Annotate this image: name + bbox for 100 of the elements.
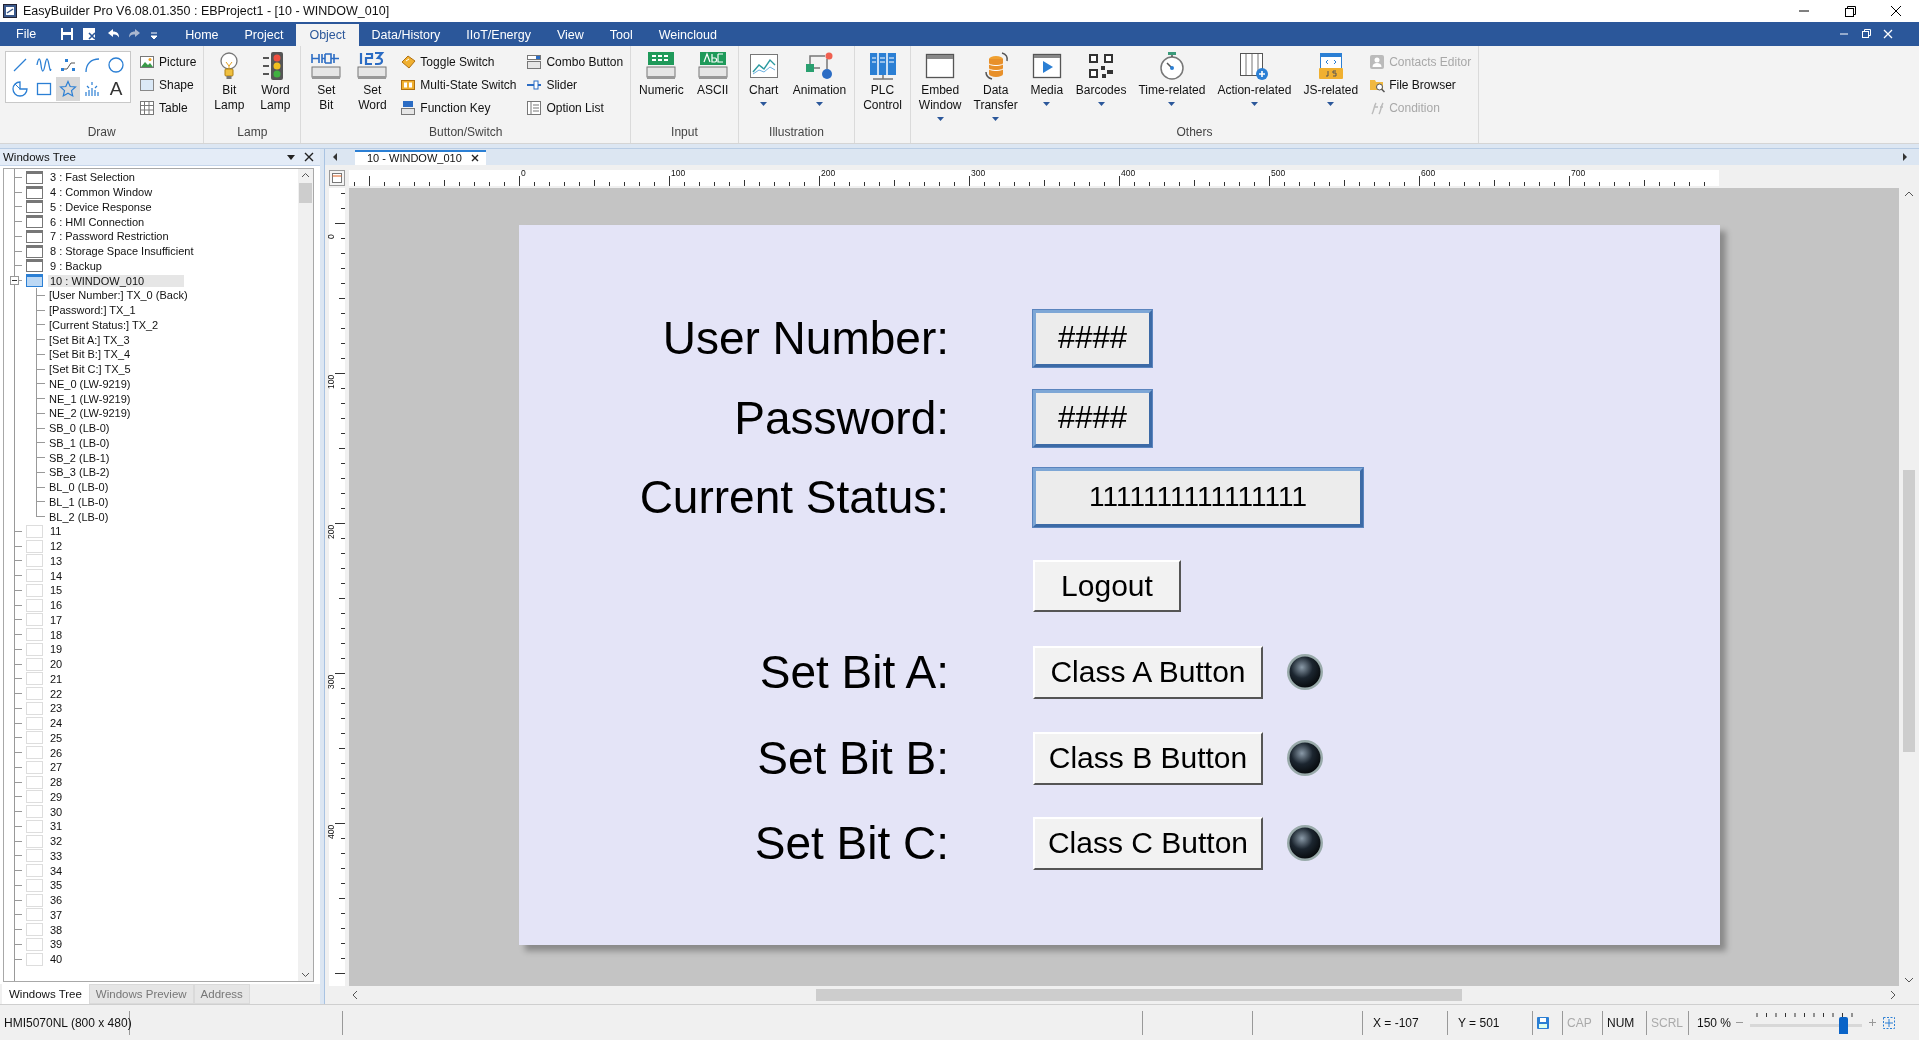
numeric-field[interactable]: #### [1033,309,1152,367]
ribbon-button[interactable]: Bit Lamp [209,50,250,113]
tree-item[interactable]: 18 [48,628,65,641]
ribbon-button[interactable]: Toggle Switch [398,50,519,73]
ribbon-button[interactable]: Chart [743,50,784,106]
tree-item[interactable]: SB_0 (LB-0) [49,422,110,435]
ribbon-button[interactable]: Table [137,96,199,119]
menu-tab[interactable]: Project [231,24,297,46]
ribbon-button[interactable]: Barcodes [1072,50,1130,106]
ribbon-button[interactable]: Shape [137,73,199,96]
tree-item[interactable]: NE_0 (LW-9219) [49,377,131,390]
tree-item[interactable]: 21 [48,672,65,685]
tree-item[interactable]: 28 [48,776,65,789]
ribbon-button[interactable]: Picture [137,50,199,73]
panel-tab[interactable]: Address [193,984,250,1004]
tree-item[interactable]: 12 [48,540,65,553]
ribbon-button[interactable]: Multi-State Switch [398,73,519,96]
tree-item[interactable]: [Set Bit C:] TX_5 [49,363,131,376]
tree-item[interactable]: SB_3 (LB-2) [49,466,110,479]
tree-item[interactable]: NE_1 (LW-9219) [49,392,131,405]
tree-item[interactable]: [Set Bit A:] TX_3 [49,333,130,346]
tree-item[interactable]: BL_2 (LB-0) [49,510,109,523]
tree-item[interactable]: [Password:] TX_1 [49,304,136,317]
tree-item[interactable]: 37 [48,908,65,921]
tree-item[interactable]: 17 [48,613,65,626]
menu-tab[interactable]: Object [296,24,359,46]
tree-item[interactable]: 31 [48,820,65,833]
tree-item[interactable]: 25 [48,731,65,744]
tree-item[interactable]: 36 [48,894,65,907]
tree-item[interactable]: 40 [48,953,65,966]
tree-item[interactable]: 19 [48,643,65,656]
numeric-field[interactable]: #### [1033,389,1152,447]
ribbon-button[interactable]: Numeric [636,50,687,98]
ribbon-button[interactable]: Set Bit [306,50,347,113]
tree-item[interactable]: 39 [48,938,65,951]
tree-item[interactable]: 14 [48,569,65,582]
tree-item[interactable]: 34 [48,864,65,877]
tree-item[interactable]: 3 : Fast Selection [48,171,137,184]
tree-item[interactable]: [Set Bit B:] TX_4 [49,348,131,361]
ribbon-button[interactable]: Action-related [1214,50,1295,106]
ribbon-button[interactable]: Slider [524,73,626,96]
tree-item[interactable]: 13 [48,554,65,567]
document-tab[interactable]: 10 - WINDOW_010 [355,149,486,165]
menu-tab[interactable]: Home [172,24,232,46]
tree-item[interactable]: 5 : Device Response [48,200,154,213]
text-tool-button[interactable]: A [104,77,128,101]
tree-item[interactable]: 26 [48,746,65,759]
class-button[interactable]: Class C Button [1033,816,1263,870]
tree-item[interactable]: 27 [48,761,65,774]
ribbon-button[interactable]: Media [1026,50,1067,106]
tree-item[interactable]: 20 [48,658,65,671]
tree-item[interactable]: SB_1 (LB-0) [49,436,110,449]
class-button[interactable]: Class B Button [1033,731,1263,785]
panel-tab[interactable]: Windows Tree [2,984,89,1004]
tree-item[interactable]: 23 [48,702,65,715]
ribbon-button[interactable]: Combo Button [524,50,626,73]
tree-item[interactable]: BL_0 (LB-0) [49,481,109,494]
tree-item[interactable]: 24 [48,717,65,730]
menu-tab[interactable]: Tool [596,24,646,46]
tree-item[interactable]: 32 [48,835,65,848]
class-button[interactable]: Class A Button [1033,645,1263,699]
tree-item[interactable]: 9 : Backup [48,259,104,272]
ribbon-button[interactable]: JS-related [1300,50,1362,106]
tree-item[interactable]: 16 [48,599,65,612]
tree-item[interactable]: 4 : Common Window [48,186,155,199]
tree-item[interactable]: 7 : Password Restriction [48,230,171,243]
tree-item[interactable]: 6 : HMI Connection [48,215,147,228]
ribbon-button[interactable]: File Browser [1367,73,1474,96]
tree-item[interactable]: 15 [48,584,65,597]
ribbon-button[interactable]: Animation [789,50,850,106]
tree-item[interactable]: 38 [48,923,65,936]
tree-item[interactable]: 10 : WINDOW_010 [48,274,185,287]
ribbon-button[interactable]: ASCII [692,50,733,98]
ribbon-button[interactable]: Word Lamp [255,50,296,113]
file-menu[interactable]: File [0,22,53,46]
ribbon-button[interactable]: Function Key [398,96,519,119]
menu-tab[interactable]: View [543,24,597,46]
menu-tab[interactable]: Data/History [358,24,454,46]
panel-tab[interactable]: Windows Preview [88,984,194,1004]
ribbon-button[interactable]: Time-related [1135,50,1209,106]
tree-item[interactable]: SB_2 (LB-1) [49,451,110,464]
tree-item[interactable]: [Current Status:] TX_2 [49,318,159,331]
tree-item[interactable]: 30 [48,805,65,818]
menu-tab[interactable]: IIoT/Energy [453,24,544,46]
ribbon-button[interactable]: Embed Window [915,50,965,121]
ribbon-button[interactable]: Set Word [352,50,393,113]
tree-item[interactable]: 29 [48,790,65,803]
tree-item[interactable]: 8 : Storage Space Insufficient [48,245,196,258]
ribbon-button[interactable]: PLC Control [860,50,905,113]
tree-item[interactable]: [User Number:] TX_0 (Back) [49,289,188,302]
ribbon-button[interactable]: Option List [524,96,626,119]
tree-item[interactable]: BL_1 (LB-0) [49,495,109,508]
ribbon-button[interactable]: Data Transfer [970,50,1021,121]
tree-item[interactable]: NE_2 (LW-9219) [49,407,131,420]
tree-item[interactable]: 35 [48,879,65,892]
tree-item[interactable]: 22 [48,687,65,700]
tree-item[interactable]: 11 [48,525,64,538]
tree-item[interactable]: 33 [48,849,65,862]
menu-tab[interactable]: Weincloud [645,24,730,46]
logout-button[interactable]: Logout [1033,560,1181,612]
